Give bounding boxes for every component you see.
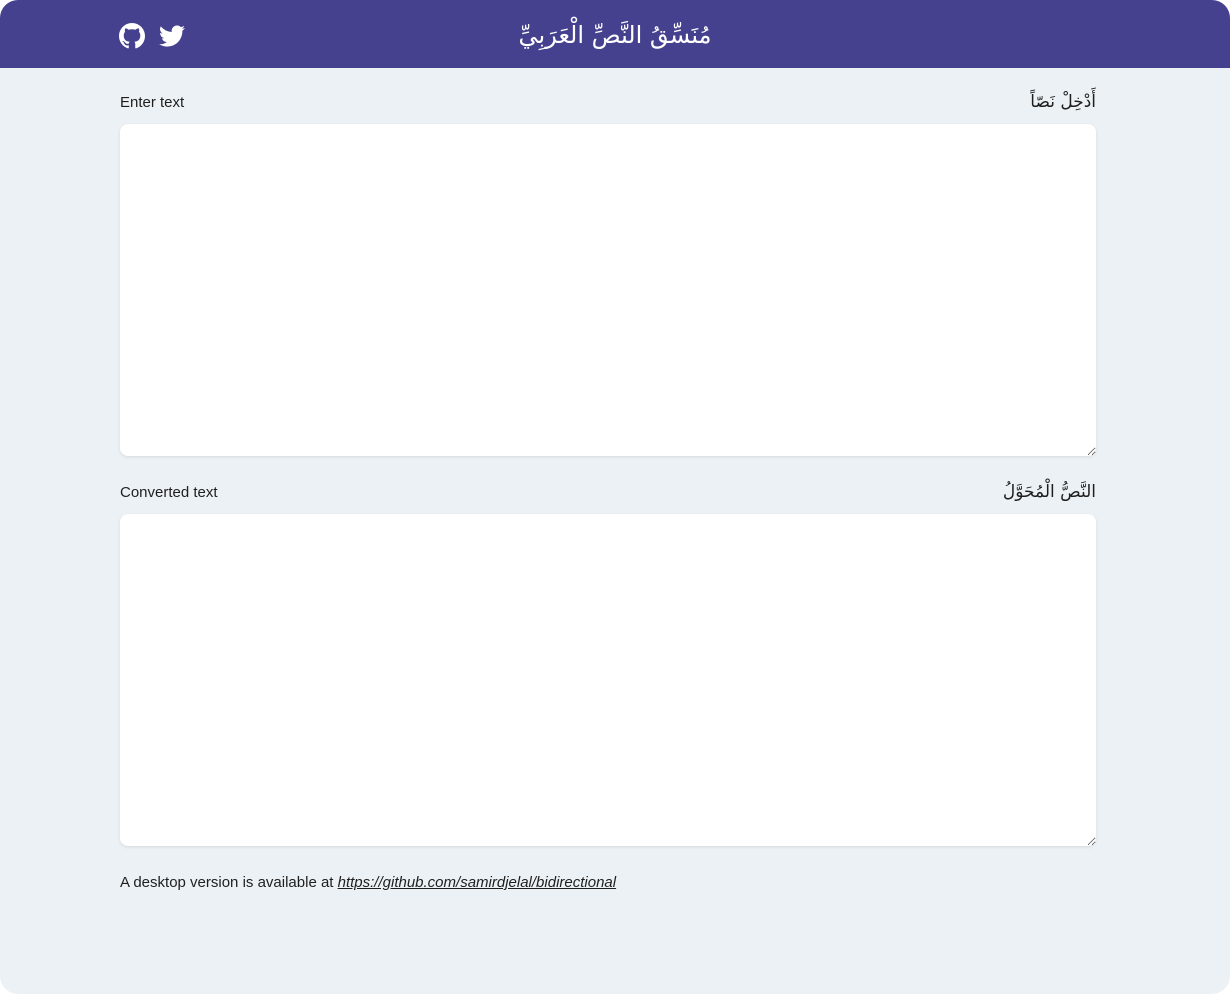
app-window: مُنَسِّقُ النَّصِّ الْعَرَبِيِّ Enter te… — [0, 0, 1230, 994]
input-label-en: Enter text — [120, 94, 185, 111]
footer-note: A desktop version is available at https:… — [120, 874, 616, 891]
input-textarea[interactable] — [120, 124, 1096, 456]
page-title: مُنَسِّقُ النَّصِّ الْعَرَبِيِّ — [518, 21, 712, 49]
output-textarea[interactable] — [120, 514, 1096, 846]
footer-text: A desktop version is available at — [120, 874, 338, 891]
github-repo-link[interactable]: https://github.com/samirdjelal/bidirecti… — [338, 874, 616, 891]
input-label-ar: أَدْخِلْ نَصّاً — [1030, 92, 1096, 112]
output-label-row: Converted text النَّصُّ الْمُحَوَّلُ — [120, 482, 1096, 506]
output-label-ar: النَّصُّ الْمُحَوَّلُ — [1002, 482, 1096, 502]
output-label-en: Converted text — [120, 484, 218, 501]
input-label-row: Enter text أَدْخِلْ نَصّاً — [120, 92, 1096, 116]
header-bar: مُنَسِّقُ النَّصِّ الْعَرَبِيِّ — [0, 0, 1230, 68]
